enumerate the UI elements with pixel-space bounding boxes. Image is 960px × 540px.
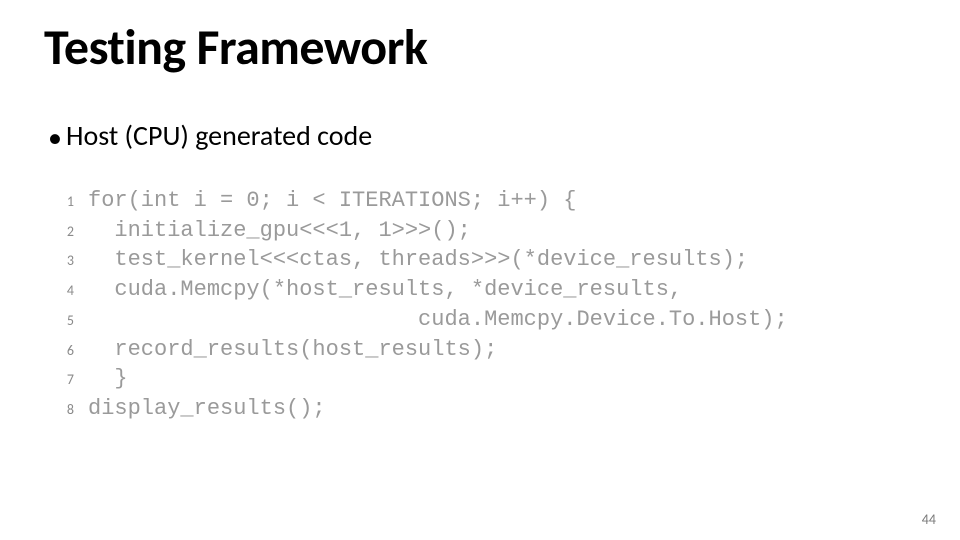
slide-title: Testing Framework — [44, 22, 916, 75]
code-line: 1 for(int i = 0; i < ITERATIONS; i++) { — [38, 186, 916, 216]
line-number: 3 — [38, 252, 88, 271]
bullet-marker: • — [48, 121, 58, 155]
code-text: initialize_gpu<<<1, 1>>>(); — [88, 216, 916, 246]
code-text: for(int i = 0; i < ITERATIONS; i++) { — [88, 186, 916, 216]
bullet-list: • Host (CPU) generated code — [44, 119, 916, 153]
code-line: 4 cuda.Memcpy(*host_results, *device_res… — [38, 275, 916, 305]
code-text: } — [88, 364, 916, 394]
code-block: 1 for(int i = 0; i < ITERATIONS; i++) { … — [38, 186, 916, 424]
code-line: 3 test_kernel<<<ctas, threads>>>(*device… — [38, 245, 916, 275]
code-line: 6 record_results(host_results); — [38, 335, 916, 365]
line-number: 7 — [38, 371, 88, 390]
line-number: 6 — [38, 342, 88, 361]
code-line: 2 initialize_gpu<<<1, 1>>>(); — [38, 216, 916, 246]
line-number: 1 — [38, 193, 88, 212]
code-text: test_kernel<<<ctas, threads>>>(*device_r… — [88, 245, 916, 275]
bullet-text: Host (CPU) generated code — [66, 119, 372, 153]
code-text: record_results(host_results); — [88, 335, 916, 365]
line-number: 5 — [38, 312, 88, 331]
bullet-item: • Host (CPU) generated code — [44, 119, 916, 153]
code-text: display_results(); — [88, 394, 916, 424]
line-number: 2 — [38, 223, 88, 242]
line-number: 4 — [38, 282, 88, 301]
code-line: 7 } — [38, 364, 916, 394]
code-text: cuda.Memcpy.Device.To.Host); — [88, 305, 916, 335]
slide: Testing Framework • Host (CPU) generated… — [0, 0, 960, 540]
code-text: cuda.Memcpy(*host_results, *device_resul… — [88, 275, 916, 305]
page-number: 44 — [922, 511, 936, 528]
code-line: 8 display_results(); — [38, 394, 916, 424]
line-number: 8 — [38, 401, 88, 420]
code-line: 5 cuda.Memcpy.Device.To.Host); — [38, 305, 916, 335]
